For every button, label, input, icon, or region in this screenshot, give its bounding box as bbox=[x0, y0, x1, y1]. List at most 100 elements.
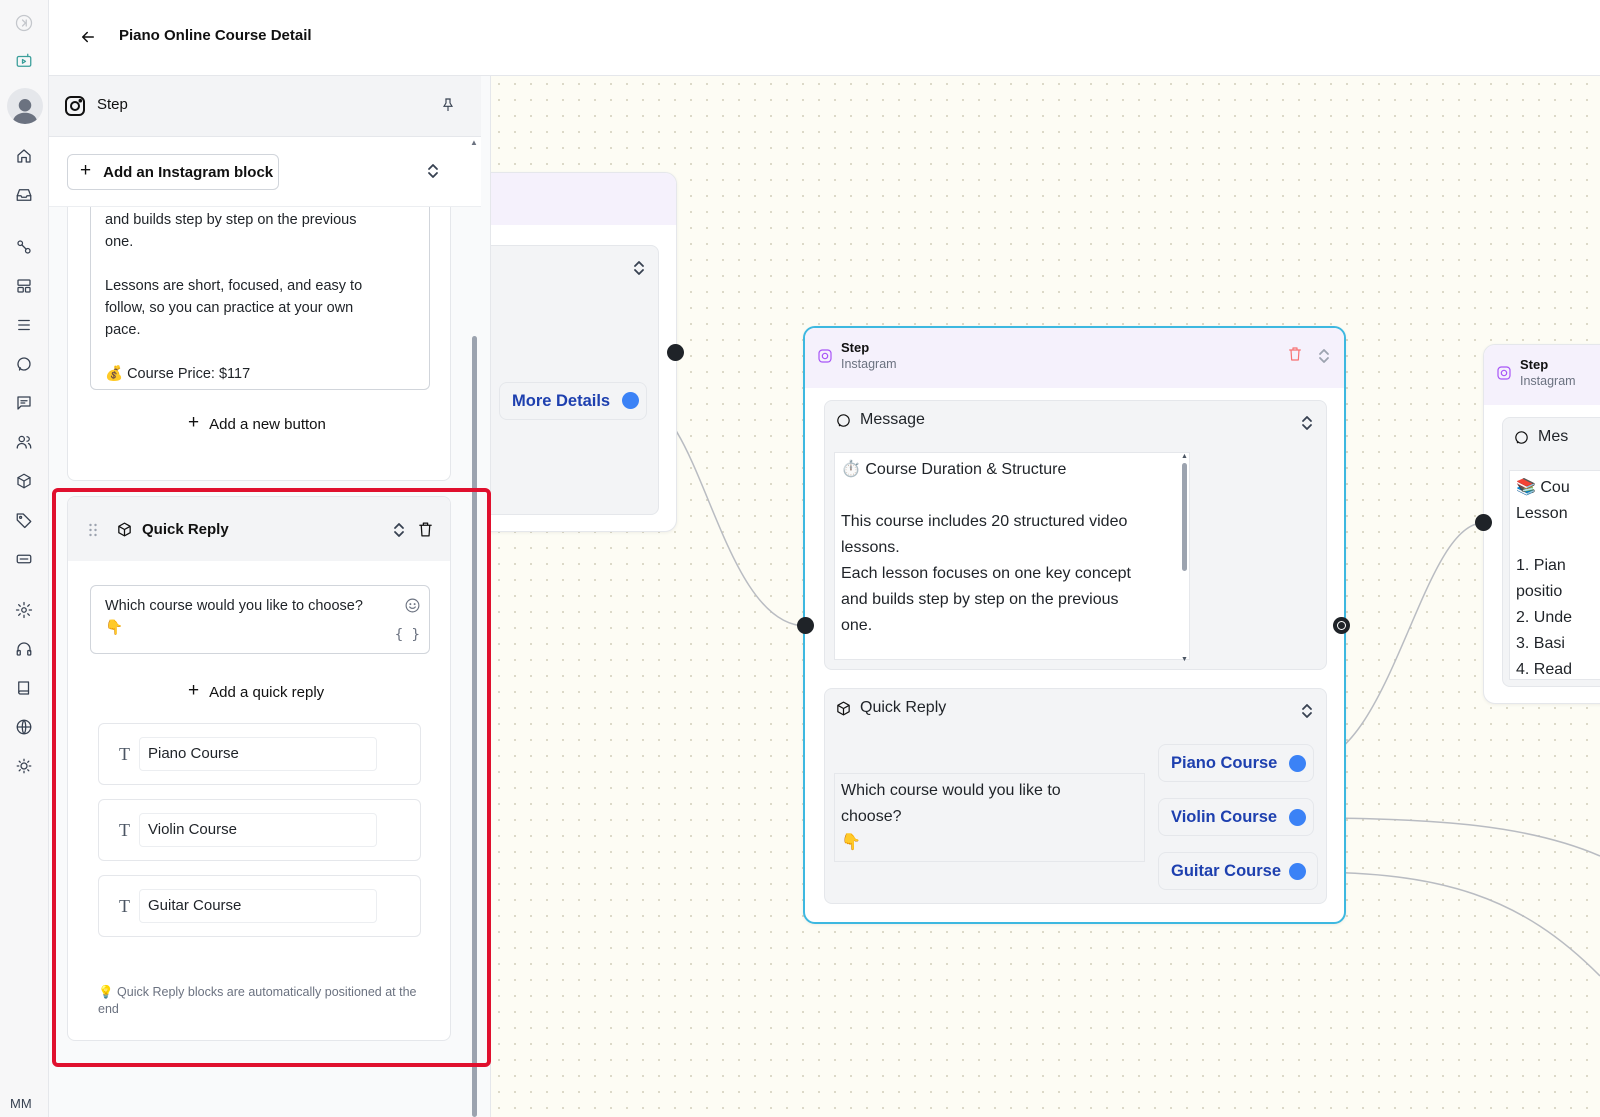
expand-collapse-icon[interactable] bbox=[632, 260, 646, 281]
package-icon[interactable] bbox=[12, 469, 36, 493]
chat-icon[interactable] bbox=[12, 352, 36, 376]
scrollbar-thumb[interactable] bbox=[1182, 463, 1187, 571]
avatar[interactable] bbox=[7, 88, 43, 124]
scroll-up-arrow-icon[interactable]: ▲ bbox=[470, 138, 478, 147]
page-title: Piano Online Course Detail bbox=[119, 27, 312, 44]
inbox-icon[interactable] bbox=[12, 183, 36, 207]
message-text: ⏱️ Course Duration & Structure This cour… bbox=[834, 452, 1190, 660]
add-new-button-label: Add a new button bbox=[209, 415, 326, 433]
message-text: 📚 Cou Lesson 1. Pian positio 2. Unde 3. … bbox=[1509, 470, 1600, 680]
contacts-icon[interactable] bbox=[12, 430, 36, 454]
quick-reply-emoji: 👇 bbox=[105, 620, 124, 636]
quick-reply-text: Which course would you like to choose? 👇 bbox=[834, 773, 1145, 862]
sun-icon[interactable] bbox=[12, 754, 36, 778]
quick-reply-text-input[interactable]: Which course would you like to choose? 👇… bbox=[90, 585, 430, 654]
add-new-button[interactable]: + Add a new button bbox=[188, 412, 326, 434]
node-section bbox=[491, 245, 659, 515]
node-subtitle: Instagram bbox=[841, 357, 897, 371]
expand-collapse-icon[interactable] bbox=[426, 163, 440, 184]
instagram-icon bbox=[63, 94, 87, 118]
pin-icon[interactable] bbox=[440, 97, 456, 118]
step-node-right[interactable]: Step Instagram Mes 📚 Cou Lesson 1. Pian … bbox=[1483, 344, 1600, 704]
connector-dot[interactable] bbox=[622, 392, 639, 409]
message-header: Message bbox=[835, 411, 925, 429]
globe-icon[interactable] bbox=[12, 715, 36, 739]
connector-dot[interactable] bbox=[1289, 755, 1306, 772]
chat-icon bbox=[1515, 430, 1528, 444]
emoji-picker-icon[interactable] bbox=[404, 597, 421, 621]
instagram-icon bbox=[817, 348, 833, 369]
top-header: Piano Online Course Detail bbox=[49, 0, 1600, 76]
quick-reply-text: Which course would you like to choose? bbox=[105, 598, 363, 614]
chat-icon bbox=[837, 413, 850, 427]
quick-reply-option: T Violin Course bbox=[98, 799, 421, 861]
variable-braces-icon[interactable]: { } bbox=[395, 624, 420, 646]
option-input[interactable]: Guitar Course bbox=[139, 889, 377, 923]
quick-reply-option: T Piano Course bbox=[98, 723, 421, 785]
step-editor-panel: Step + Add an Instagram block and builds … bbox=[49, 76, 491, 1117]
node-header: Step Instagram bbox=[805, 328, 1344, 388]
plus-icon: + bbox=[188, 412, 200, 433]
plus-icon: + bbox=[80, 160, 92, 181]
layout-icon[interactable] bbox=[12, 274, 36, 298]
quick-reply-header: Quick Reply bbox=[835, 699, 946, 717]
flow-canvas[interactable]: More Details Step Instagram Message ⏱️ C… bbox=[491, 76, 1600, 1117]
user-initials[interactable]: MM bbox=[10, 1096, 32, 1111]
cube-icon bbox=[837, 701, 850, 715]
back-arrow-icon[interactable] bbox=[79, 28, 99, 48]
output-handle[interactable] bbox=[667, 344, 684, 361]
home-icon[interactable] bbox=[12, 144, 36, 168]
scroll-down-arrow-icon[interactable]: ▼ bbox=[1181, 656, 1188, 663]
node-subtitle: Instagram bbox=[1520, 374, 1576, 388]
connector-dot[interactable] bbox=[1289, 863, 1306, 880]
panel-header: Step bbox=[49, 76, 481, 137]
quick-reply-note: 💡 Quick Reply blocks are automatically p… bbox=[98, 985, 417, 1016]
ticket-icon[interactable] bbox=[12, 547, 36, 571]
node-title: Step bbox=[841, 340, 870, 355]
expand-collapse-icon[interactable] bbox=[392, 522, 406, 543]
quick-reply-label: Quick Reply bbox=[860, 699, 947, 716]
message-textarea[interactable]: and builds step by step on the previous … bbox=[90, 207, 430, 390]
input-handle[interactable] bbox=[1475, 514, 1492, 531]
message-section: Mes 📚 Cou Lesson 1. Pian positio 2. Unde… bbox=[1502, 417, 1600, 687]
chatbot-icon[interactable] bbox=[12, 49, 36, 73]
panel-scrollbar[interactable]: ▲ bbox=[470, 138, 478, 1117]
option-input[interactable]: Piano Course bbox=[139, 737, 377, 771]
flow-icon[interactable] bbox=[12, 235, 36, 259]
step-node-left[interactable] bbox=[491, 172, 677, 532]
message-section: Message ⏱️ Course Duration & Structure T… bbox=[824, 400, 1327, 670]
message-block-card: and builds step by step on the previous … bbox=[67, 207, 451, 481]
expand-collapse-icon[interactable] bbox=[1300, 415, 1314, 436]
add-quick-reply-button[interactable]: + Add a quick reply bbox=[188, 680, 324, 702]
input-handle[interactable] bbox=[797, 617, 814, 634]
quick-reply-header: Quick Reply bbox=[68, 497, 450, 561]
text-type-icon: T bbox=[119, 896, 130, 916]
message-square-icon[interactable] bbox=[12, 391, 36, 415]
option-input[interactable]: Violin Course bbox=[139, 813, 377, 847]
message-scrollbar[interactable]: ▲ ▼ bbox=[1181, 453, 1188, 663]
connector-dot[interactable] bbox=[1289, 809, 1306, 826]
wire bbox=[1305, 871, 1600, 977]
instagram-icon bbox=[1496, 365, 1512, 386]
add-instagram-block-button[interactable]: + Add an Instagram block bbox=[67, 154, 279, 190]
expand-collapse-icon[interactable] bbox=[1300, 703, 1314, 724]
scroll-up-arrow-icon[interactable]: ▲ bbox=[1181, 453, 1188, 460]
scrollbar-thumb[interactable] bbox=[472, 336, 477, 1117]
settings-icon[interactable] bbox=[12, 598, 36, 622]
output-handle[interactable] bbox=[1333, 617, 1350, 634]
message-header: Mes bbox=[1513, 428, 1568, 446]
book-icon[interactable] bbox=[12, 676, 36, 700]
message-label: Mes bbox=[1538, 428, 1569, 445]
trash-icon[interactable] bbox=[417, 521, 434, 543]
trash-icon[interactable] bbox=[1287, 346, 1303, 367]
drag-handle-icon[interactable] bbox=[88, 523, 98, 542]
sidebar-toggle-icon[interactable] bbox=[12, 11, 36, 35]
expand-collapse-icon[interactable] bbox=[1317, 348, 1331, 369]
quick-reply-card: Quick Reply Which course would you like … bbox=[67, 496, 451, 1041]
node-title: Step bbox=[1520, 357, 1549, 372]
cube-icon bbox=[116, 521, 133, 543]
tag-icon[interactable] bbox=[12, 508, 36, 532]
list-icon[interactable] bbox=[12, 313, 36, 337]
panel-title: Step bbox=[97, 96, 128, 113]
headset-icon[interactable] bbox=[12, 637, 36, 661]
